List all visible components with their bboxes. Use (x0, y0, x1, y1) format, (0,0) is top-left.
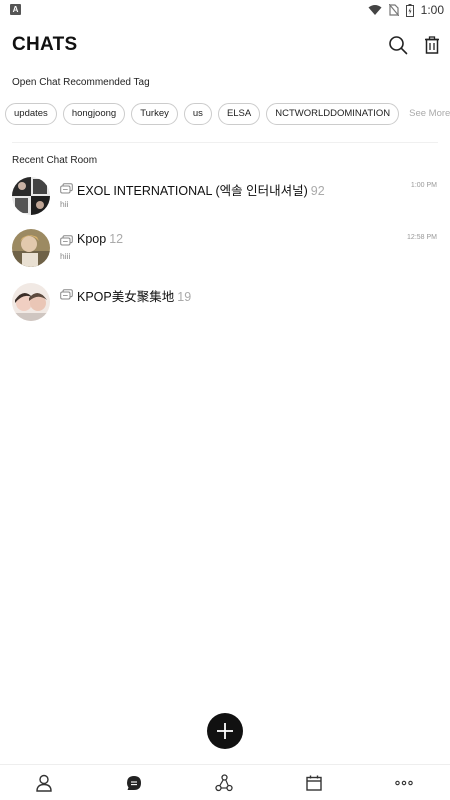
share-network-icon (215, 774, 233, 792)
tag-chip[interactable]: us (183, 103, 212, 125)
app-header: CHATS (0, 28, 450, 62)
member-count: 19 (177, 290, 192, 304)
person-icon (36, 774, 52, 792)
chat-room-row[interactable]: Kpop 12 hiii 12:58 PM (0, 229, 450, 279)
battery-icon (405, 3, 414, 17)
room-title: EXOL INTERNATIONAL (엑솔 인터내셔널) (77, 184, 308, 198)
see-more-link[interactable]: See More (405, 103, 450, 125)
nav-timeline[interactable] (214, 773, 234, 793)
bottom-nav (0, 764, 450, 800)
nav-more[interactable] (394, 773, 414, 793)
tag-chip[interactable]: ELSA (217, 103, 261, 125)
nav-calendar[interactable] (304, 773, 324, 793)
last-message: hii (60, 199, 69, 209)
avatar (12, 283, 50, 321)
see-more-label: See More (409, 108, 450, 119)
chat-bubble-icon (127, 776, 141, 790)
room-title: Kpop (77, 232, 107, 246)
no-sim-icon (388, 4, 399, 16)
delete-button[interactable] (419, 32, 445, 58)
notification-icon: A (10, 4, 21, 15)
status-icons: 1:00 (368, 1, 444, 19)
recent-section-label: Recent Chat Room (12, 155, 98, 166)
plus-icon (217, 723, 233, 739)
open-chat-icon (60, 235, 73, 246)
search-icon (389, 36, 408, 55)
avatar (12, 229, 50, 267)
chat-room-row[interactable]: KPOP美女聚集地 19 (0, 283, 450, 333)
status-bar: A 1:00 (0, 0, 450, 20)
last-message: hiii (60, 251, 71, 261)
member-count: 12 (109, 232, 124, 246)
tag-list: updates hongjoong Turkey us ELSA NCTWORL… (5, 103, 450, 125)
status-time: 1:00 (420, 3, 444, 17)
tag-chip[interactable]: hongjoong (62, 103, 126, 125)
search-button[interactable] (385, 32, 411, 58)
tag-chip[interactable]: Turkey (131, 103, 178, 125)
room-name: KPOP美女聚集地 19 (77, 286, 191, 305)
wifi-icon (368, 5, 382, 15)
more-dots-icon (395, 780, 413, 786)
divider (12, 142, 438, 143)
member-count: 92 (310, 184, 325, 198)
page-title: CHATS (12, 34, 78, 55)
nav-chats[interactable] (124, 773, 144, 793)
room-title: KPOP美女聚集地 (77, 290, 175, 304)
nav-friends[interactable] (34, 773, 54, 793)
trash-icon (425, 36, 439, 54)
message-time: 12:58 PM (407, 234, 437, 241)
avatar (12, 177, 50, 215)
room-name: EXOL INTERNATIONAL (엑솔 인터내셔널) 92 (77, 180, 325, 199)
open-chat-section-label: Open Chat Recommended Tag (12, 77, 150, 88)
new-chat-button[interactable] (207, 713, 243, 749)
open-chat-icon (60, 183, 73, 194)
room-name: Kpop 12 (77, 232, 123, 246)
message-time: 1:00 PM (410, 182, 437, 189)
tag-chip[interactable]: NCTWORLDDOMINATION (266, 103, 400, 125)
calendar-icon (306, 775, 322, 791)
chat-room-row[interactable]: EXOL INTERNATIONAL (엑솔 인터내셔널) 92 hii 1:00… (0, 177, 450, 227)
open-chat-icon (60, 289, 73, 300)
tag-chip[interactable]: updates (5, 103, 57, 125)
